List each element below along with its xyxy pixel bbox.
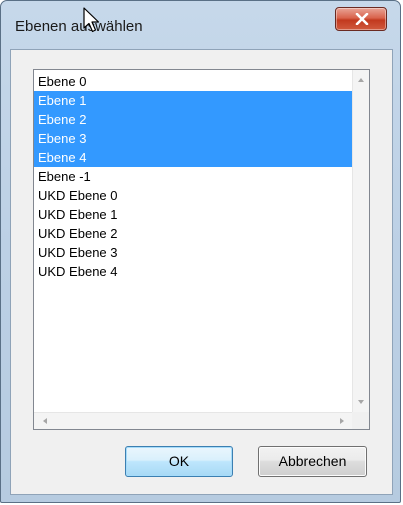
- dialog-window: Ebenen auswählen Ebene 0 Ebene 1 Ebene 2 Eb…: [0, 0, 401, 503]
- horizontal-scrollbar[interactable]: [34, 412, 353, 429]
- list-item[interactable]: Ebene 2: [34, 110, 353, 129]
- list-item[interactable]: Ebene 1: [34, 91, 353, 110]
- window-title: Ebenen auswählen: [15, 18, 143, 35]
- scroll-up-arrow-icon[interactable]: [358, 78, 364, 82]
- list-item[interactable]: Ebene 4: [34, 148, 353, 167]
- close-icon: [355, 13, 369, 25]
- list-item[interactable]: Ebene 0: [34, 72, 353, 91]
- list-item[interactable]: Ebene -1: [34, 167, 353, 186]
- list-item[interactable]: UKD Ebene 3: [34, 243, 353, 262]
- scroll-down-arrow-icon[interactable]: [358, 400, 364, 404]
- vertical-scrollbar[interactable]: [352, 70, 369, 412]
- list-item[interactable]: UKD Ebene 4: [34, 262, 353, 281]
- close-button[interactable]: [335, 7, 387, 31]
- layer-listbox[interactable]: Ebene 0 Ebene 1 Ebene 2 Ebene 3 Ebene 4 Ebene…: [33, 69, 370, 430]
- layer-list-items: Ebene 0 Ebene 1 Ebene 2 Ebene 3 Ebene 4 Ebene…: [34, 72, 353, 281]
- dialog-client-area: Ebene 0 Ebene 1 Ebene 2 Ebene 3 Ebene 4 Ebene…: [10, 49, 393, 495]
- ok-button[interactable]: OK: [125, 446, 233, 477]
- list-item[interactable]: UKD Ebene 0: [34, 186, 353, 205]
- list-item[interactable]: Ebene 3: [34, 129, 353, 148]
- scrollbar-corner: [352, 412, 369, 429]
- list-item[interactable]: UKD Ebene 2: [34, 224, 353, 243]
- scroll-left-arrow-icon[interactable]: [43, 418, 47, 424]
- scroll-right-arrow-icon[interactable]: [340, 418, 344, 424]
- cancel-button[interactable]: Abbrechen: [258, 446, 367, 477]
- title-bar[interactable]: Ebenen auswählen: [1, 1, 400, 49]
- mouse-cursor-icon: [83, 7, 99, 33]
- list-item[interactable]: UKD Ebene 1: [34, 205, 353, 224]
